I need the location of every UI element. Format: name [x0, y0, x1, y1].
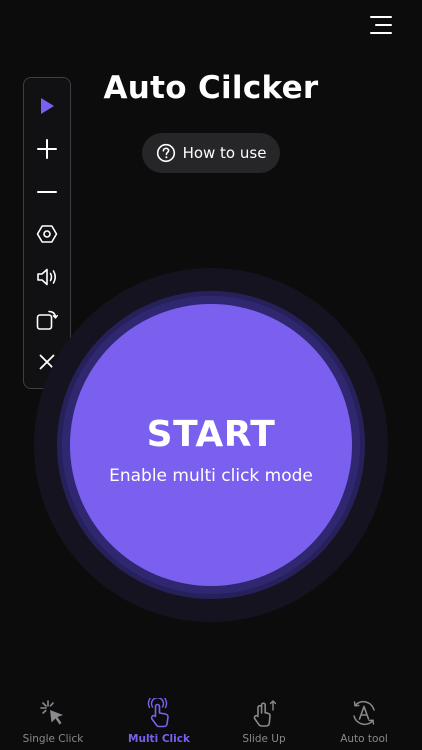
toolbar-settings-button[interactable]	[24, 215, 70, 253]
start-label: START	[146, 414, 276, 455]
menu-button[interactable]	[366, 12, 396, 38]
play-icon	[41, 98, 54, 114]
plus-icon	[37, 139, 57, 159]
tab-label: Slide Up	[242, 733, 286, 745]
tab-slide-up[interactable]: Slide Up	[214, 690, 314, 750]
start-button[interactable]: START Enable multi click mode	[70, 304, 352, 586]
hamburger-menu-icon	[370, 16, 392, 34]
tab-label: Multi Click	[128, 733, 190, 745]
toolbar-rotate-button[interactable]	[24, 301, 70, 339]
multi-tap-icon	[147, 698, 169, 728]
start-subtitle: Enable multi click mode	[109, 466, 313, 486]
tab-multi-click[interactable]: Multi Click	[109, 690, 209, 750]
tab-label: Auto tool	[340, 733, 388, 745]
toolbar-play-button[interactable]	[24, 87, 70, 125]
auto-icon	[353, 700, 375, 726]
floating-toolbar	[23, 77, 71, 389]
how-to-use-button[interactable]: How to use	[142, 133, 280, 173]
toolbar-add-button[interactable]	[24, 130, 70, 168]
tab-auto-tool[interactable]: Auto tool	[314, 690, 414, 750]
toolbar-remove-button[interactable]	[24, 173, 70, 211]
bottom-tab-bar: Single Click Multi Click Slide Up Auto t…	[0, 690, 422, 750]
how-to-use-label: How to use	[182, 144, 267, 162]
speaker-icon	[37, 268, 57, 286]
minus-icon	[37, 191, 57, 193]
tab-single-click[interactable]: Single Click	[3, 690, 103, 750]
question-circle-icon	[156, 143, 175, 163]
tab-label: Single Click	[22, 733, 84, 745]
cursor-click-icon	[40, 700, 63, 725]
rotate-icon	[36, 310, 58, 330]
hexagon-gear-icon	[36, 225, 58, 243]
swipe-up-icon	[253, 700, 277, 727]
toolbar-sound-button[interactable]	[24, 258, 70, 296]
